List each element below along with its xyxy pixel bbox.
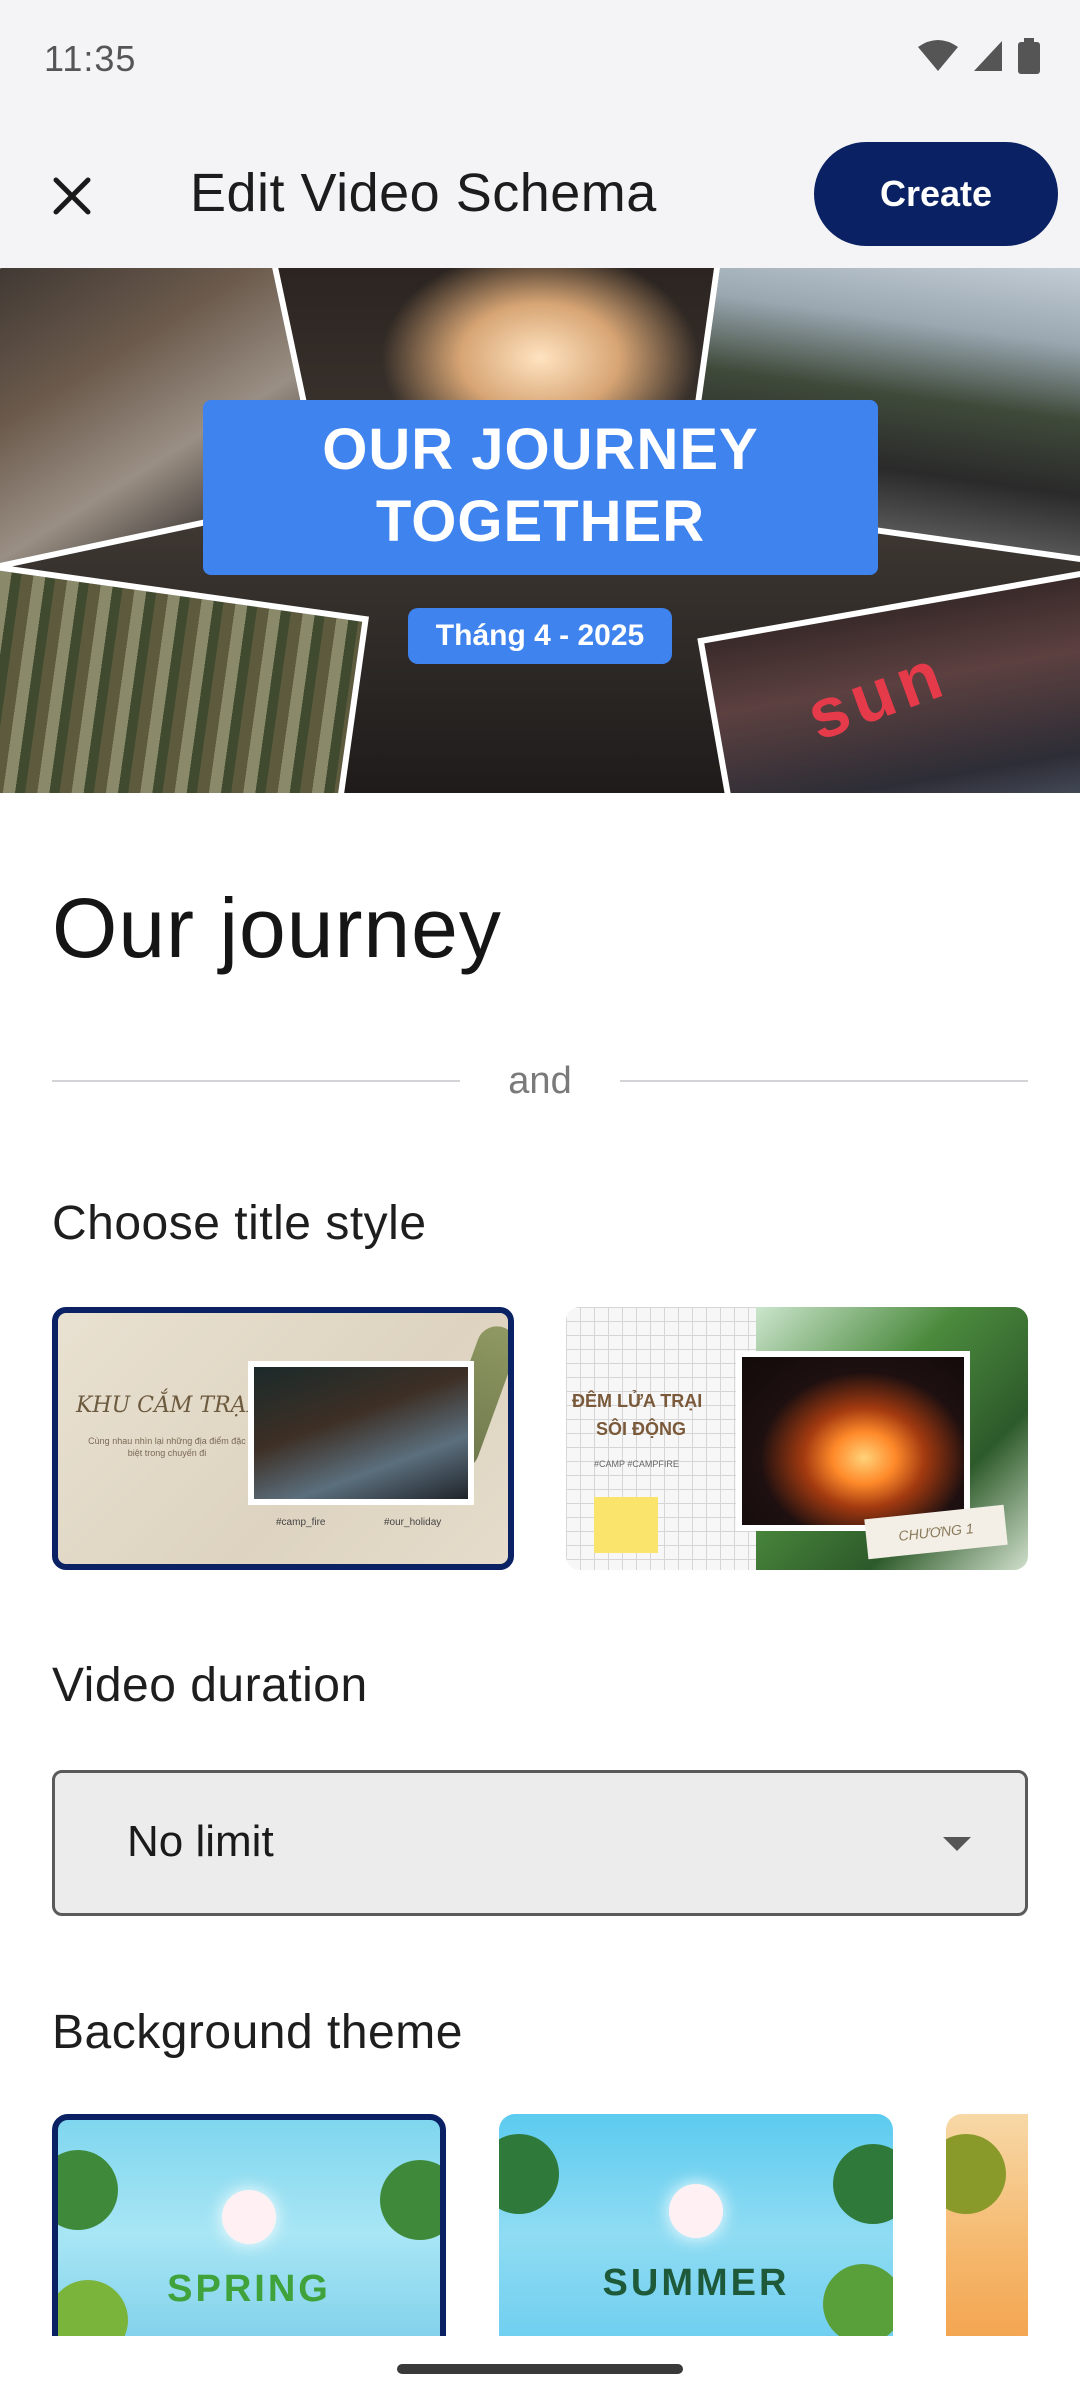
status-icons xyxy=(918,38,1040,74)
sun-icon xyxy=(222,2190,276,2244)
theme-card-summer[interactable]: SUMMER xyxy=(499,2114,893,2336)
battery-icon xyxy=(1018,38,1040,74)
tree-decoration xyxy=(946,2134,1006,2214)
sun-icon xyxy=(669,2184,723,2238)
title-style-option-campfire[interactable]: ĐÊM LỬA TRẠI SÔI ĐỘNG #CAMP #CAMPFIRE CH… xyxy=(566,1307,1028,1570)
page-title: Edit Video Schema xyxy=(190,163,657,223)
campfire-photo xyxy=(742,1357,964,1525)
title-style-option-camp[interactable]: KHU CẮM TRẠI Cùng nhau nhìn lại những đị… xyxy=(52,1307,514,1570)
title-style-subtext: Cùng nhau nhìn lại những địa điểm đặc bi… xyxy=(88,1436,246,1458)
theme-card-autumn[interactable] xyxy=(946,2114,1028,2336)
theme-name: SUMMER xyxy=(602,2262,790,2304)
background-theme-list[interactable]: SPRING SUMMER xyxy=(52,2114,1028,2336)
status-time: 11:35 xyxy=(44,38,137,79)
title-style-photo-frame xyxy=(248,1361,474,1505)
dropdown-arrow-icon xyxy=(943,1837,971,1851)
close-icon xyxy=(53,177,91,215)
banner-photo-night-sign: sun xyxy=(697,562,1080,793)
divider-line-left xyxy=(52,1080,460,1082)
divider: and xyxy=(52,1060,1028,1102)
theme-card-spring[interactable]: SPRING xyxy=(52,2114,446,2336)
divider-line-right xyxy=(620,1080,1028,1082)
banner-photo-forest xyxy=(0,562,369,793)
tree-decoration xyxy=(833,2144,893,2224)
banner-date-badge: Tháng 4 - 2025 xyxy=(408,608,672,664)
title-style-caption-line: SÔI ĐỘNG xyxy=(596,1419,687,1439)
video-duration-label: Video duration xyxy=(52,1659,368,1712)
title-style-tag: #camp_fire xyxy=(276,1517,326,1528)
title-style-label: Choose title style xyxy=(52,1197,427,1250)
title-style-photo-frame xyxy=(736,1351,970,1531)
app-bar: Edit Video Schema Create xyxy=(0,120,1080,268)
video-preview-banner: sun OUR JOURNEY TOGETHER Tháng 4 - 2025 xyxy=(0,268,1080,793)
home-gesture-handle[interactable] xyxy=(397,2364,683,2374)
tree-decoration xyxy=(58,2150,118,2230)
title-style-caption-line: ĐÊM LỬA TRẠI xyxy=(572,1391,703,1411)
banner-sign-text: sun xyxy=(796,633,958,756)
title-style-caption: ĐÊM LỬA TRẠI SÔI ĐỘNG xyxy=(572,1387,702,1443)
status-bar: 11:35 xyxy=(0,0,1080,120)
close-button[interactable] xyxy=(42,166,102,226)
create-button[interactable]: Create xyxy=(814,142,1058,246)
tree-decoration xyxy=(499,2134,559,2214)
signal-icon xyxy=(974,41,1002,71)
title-style-tag: #our_holiday xyxy=(384,1517,442,1528)
title-style-tags: #CAMP #CAMPFIRE xyxy=(594,1459,679,1469)
schema-name[interactable]: Our journey xyxy=(52,880,502,977)
title-style-caption: KHU CẮM TRẠI xyxy=(76,1393,256,1418)
wifi-icon xyxy=(918,40,958,71)
background-theme-label: Background theme xyxy=(52,2006,463,2059)
video-duration-dropdown[interactable]: No limit xyxy=(52,1770,1028,1916)
theme-name: SPRING xyxy=(167,2268,331,2310)
video-duration-value: No limit xyxy=(127,1817,274,1866)
tree-decoration xyxy=(380,2160,440,2240)
banner-headline: OUR JOURNEY TOGETHER xyxy=(203,400,878,575)
divider-word: and xyxy=(508,1060,572,1102)
title-style-photo xyxy=(254,1367,468,1499)
sticky-note xyxy=(594,1497,658,1553)
